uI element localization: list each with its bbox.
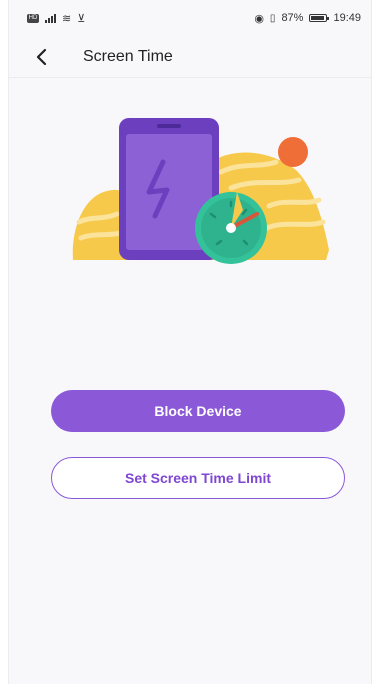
back-button[interactable] xyxy=(21,37,61,77)
battery-icon xyxy=(309,14,330,22)
set-screen-time-limit-button[interactable]: Set Screen Time Limit xyxy=(51,457,345,499)
status-time: 19:49 xyxy=(333,12,361,24)
phone-clock-illustration xyxy=(72,118,329,264)
chevron-left-icon xyxy=(36,48,47,65)
block-device-button[interactable]: Block Device xyxy=(51,390,345,432)
signal-icon xyxy=(45,13,56,23)
sim-icon: HD xyxy=(27,13,39,23)
header: Screen Time xyxy=(9,36,371,78)
screen: HD ≋ ⊻ ◉ ▯ 87% 19:49 Screen Time Block D… xyxy=(8,0,372,684)
battery-fill xyxy=(311,16,324,20)
status-left: HD ≋ ⊻ xyxy=(27,12,85,25)
wifi-icon: ≋ xyxy=(62,12,72,25)
battery-percent: 87% xyxy=(281,12,304,24)
sun-icon xyxy=(278,137,308,167)
page-title: Screen Time xyxy=(83,47,173,65)
vibrate-icon: ▯ xyxy=(269,12,276,24)
eye-icon: ◉ xyxy=(254,12,264,25)
status-bar: HD ≋ ⊻ ◉ ▯ 87% 19:49 xyxy=(9,0,371,36)
usb-icon: ⊻ xyxy=(77,12,86,25)
status-right: ◉ ▯ 87% 19:49 xyxy=(254,12,361,25)
